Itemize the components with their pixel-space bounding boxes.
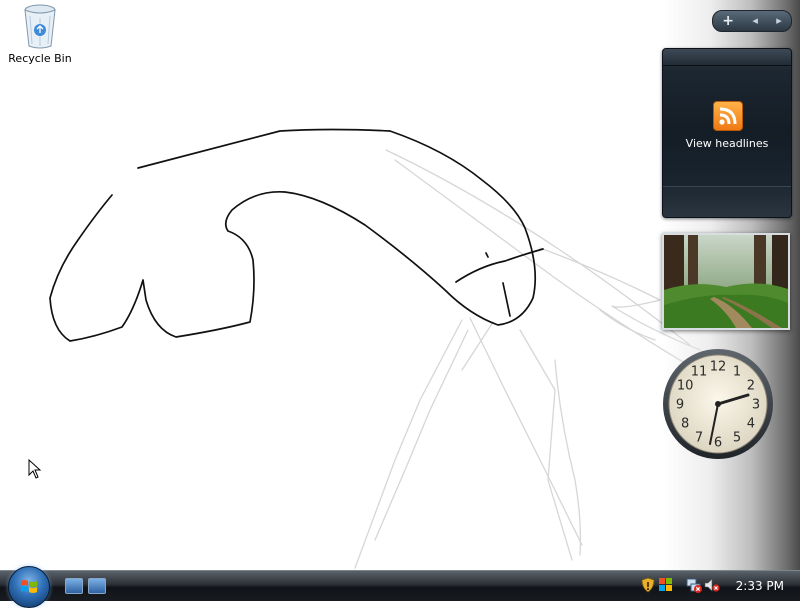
next-page-button[interactable]: ▸ — [776, 11, 782, 31]
taskbar-clock[interactable]: 2:33 PM — [736, 579, 784, 593]
forest-path-photo — [664, 235, 788, 328]
clock-numeral: 10 — [677, 379, 694, 394]
desktop-background[interactable]: Recycle Bin + ◂ ▸ View headlines 12 1 2 … — [0, 0, 800, 570]
volume-muted-icon[interactable] — [704, 577, 720, 593]
system-tray: 2:33 PM — [640, 571, 800, 601]
clock-numeral: 2 — [747, 379, 755, 394]
sidebar-controls: + ◂ ▸ — [712, 10, 792, 32]
gadget-header-strip — [663, 49, 791, 66]
feed-headlines-gadget[interactable]: View headlines — [662, 48, 792, 218]
taskbar: 2:33 PM — [0, 566, 800, 608]
clock-numeral: 9 — [676, 398, 684, 413]
clock-numeral: 12 — [710, 360, 727, 375]
gadget-footer-strip — [663, 186, 791, 217]
clock-numeral: 1 — [733, 365, 741, 380]
recycle-bin-shortcut[interactable]: Recycle Bin — [6, 2, 74, 65]
recycle-bin-icon — [20, 2, 60, 50]
clock-numeral: 6 — [714, 436, 722, 451]
clock-numeral: 3 — [752, 398, 760, 413]
add-gadget-button[interactable]: + — [722, 11, 734, 31]
windows-update-icon[interactable] — [658, 577, 674, 593]
switch-windows-icon[interactable] — [88, 578, 106, 594]
start-button[interactable] — [8, 566, 50, 608]
windows-logo-icon — [21, 580, 37, 593]
show-desktop-icon[interactable] — [65, 578, 83, 594]
clock-numeral: 11 — [691, 365, 708, 380]
light-scribble — [354, 149, 701, 569]
view-headlines-link[interactable]: View headlines — [663, 137, 791, 150]
clock-numeral: 8 — [681, 417, 689, 432]
security-shield-icon[interactable] — [640, 577, 656, 593]
clock-gadget[interactable]: 12 1 2 3 4 5 6 7 8 9 10 11 — [662, 342, 774, 466]
clock-numeral: 4 — [747, 417, 755, 432]
clock-numeral: 5 — [733, 430, 741, 445]
rss-feed-icon — [713, 101, 743, 131]
recycle-bin-label: Recycle Bin — [8, 52, 72, 65]
network-disconnected-icon[interactable] — [686, 577, 702, 593]
slide-show-gadget[interactable] — [662, 233, 790, 330]
clock-numeral: 7 — [695, 430, 703, 445]
previous-page-button[interactable]: ◂ — [752, 11, 758, 31]
dark-scribble — [49, 128, 544, 342]
mouse-pointer-icon — [28, 459, 42, 479]
